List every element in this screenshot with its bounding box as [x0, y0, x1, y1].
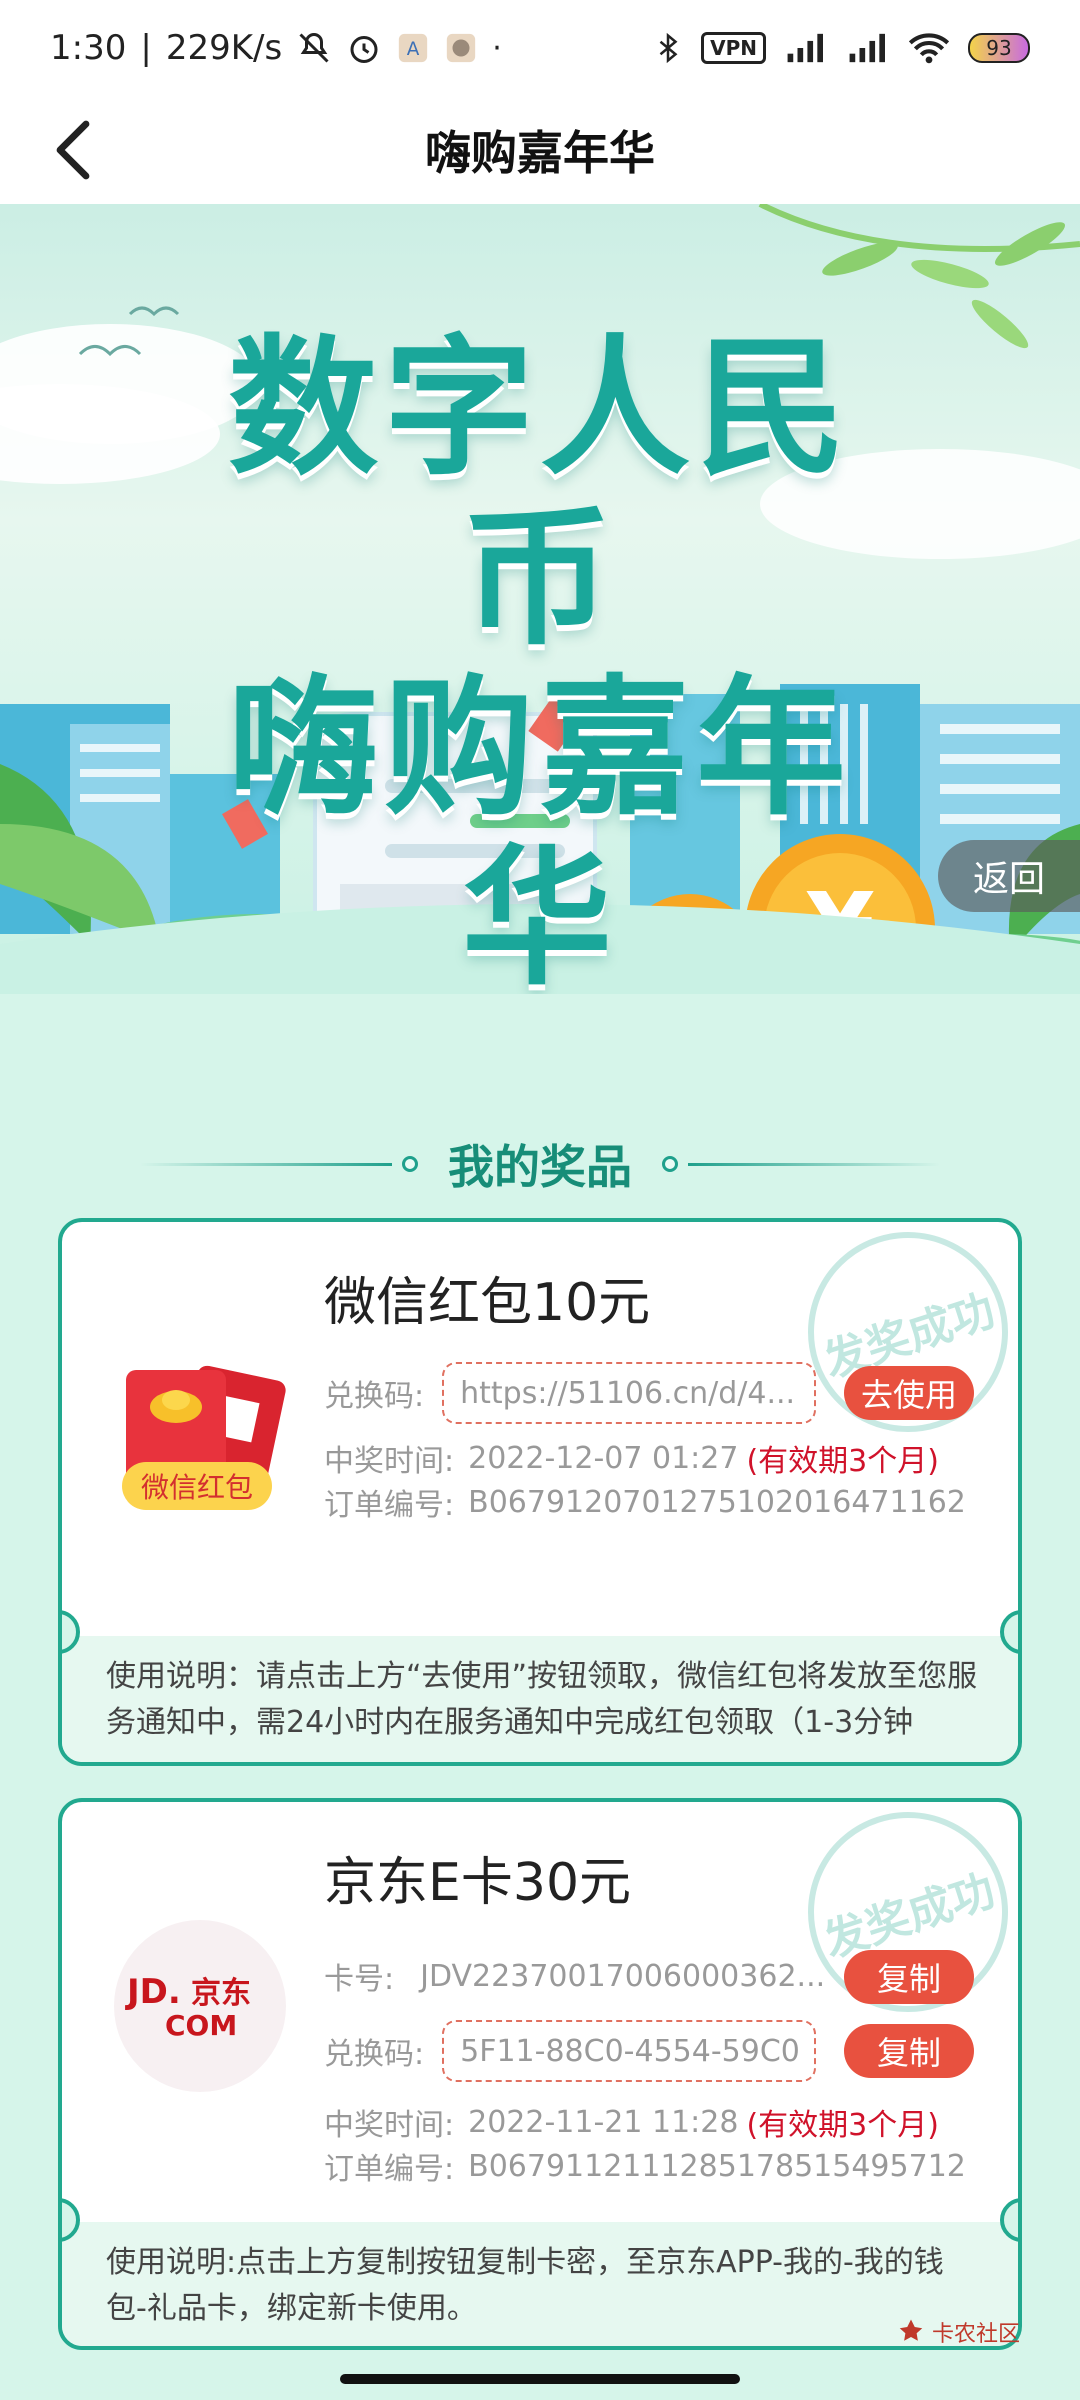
signal-icon-1 [784, 31, 828, 65]
heading-dot-left [402, 1156, 418, 1172]
prize-name: 京东E卡30元 [324, 1853, 632, 1913]
redeem-code-label: 兑换码: [324, 1379, 425, 1414]
watermark-text: 卡农社区 [931, 2322, 1020, 2347]
redeem-code-value: https://51106.cn/d/4... [460, 1375, 796, 1411]
copy-redeem-code-button[interactable]: 复制 [844, 2024, 974, 2078]
copy-card-number-button[interactable]: 复制 [844, 1950, 974, 2004]
prize-card-wechat: 发奖成功 微信红包 微信红包10元 兑换码: https://51106.cn/… [58, 1218, 1022, 1766]
award-time-value: 2022-12-07 01:27 [468, 1440, 739, 1476]
home-indicator[interactable] [340, 2374, 740, 2384]
card-number-value: JDV22370017006000362... [420, 1958, 826, 1994]
vpn-badge: VPN [701, 32, 766, 64]
app-a-icon: A [396, 31, 430, 65]
validity-text: (有效期3个月) [746, 1444, 939, 1479]
svg-text:A: A [407, 39, 420, 60]
heading-line-left [140, 1162, 392, 1166]
back-button[interactable] [40, 116, 108, 184]
order-number-label: 订单编号: [324, 1488, 455, 1523]
banner-title-line2: 嗨购嘉年华 [227, 662, 852, 994]
status-bar: 1:30 | 229K/s A · VPN 93 [0, 0, 1080, 96]
redeem-code-field[interactable]: https://51106.cn/d/4... [442, 1362, 817, 1424]
return-button[interactable]: 返回 [938, 840, 1080, 912]
signal-icon-2 [846, 31, 890, 65]
banner-title-line1: 数字人民币 [227, 322, 852, 666]
redeem-code-row: 兑换码: 5F11-88C0-4554-59C0 [324, 2020, 817, 2082]
redeem-code-field[interactable]: 5F11-88C0-4554-59C0 [442, 2020, 817, 2082]
jd-logo-icon: JD. 京东 COM [114, 1920, 286, 2092]
award-time-value: 2022-11-21 11:28 [468, 2104, 739, 2140]
prize-card-jd: 发奖成功 JD. 京东 COM 京东E卡30元 卡号: JDV223700170… [58, 1798, 1022, 2350]
watermark-logo-icon [899, 2319, 923, 2341]
award-time-label: 中奖时间: [324, 1444, 455, 1479]
order-number-label: 订单编号: [324, 2152, 455, 2187]
wechat-red-packet-icon: 微信红包 [116, 1362, 286, 1512]
svg-text:COM: COM [165, 2009, 237, 2041]
chevron-left-icon [56, 120, 90, 180]
promo-banner: ¥ ¥ 数字人民币 嗨购嘉年华 返回 [0, 204, 1080, 994]
redeem-code-row: 兑换码: https://51106.cn/d/4... [324, 1362, 817, 1424]
status-time: 1:30 [50, 28, 127, 68]
usage-note: 使用说明:点击上方复制按钮复制卡密，至京东APP-我的-我的钱包-礼品卡，绑定新… [62, 2222, 1018, 2346]
redeem-code-label: 兑换码: [324, 2037, 425, 2072]
status-separator: | [140, 28, 152, 68]
order-number-row: 订单编号: B067912070127510201647116​2 [324, 1480, 966, 1524]
battery-indicator: 93 [968, 33, 1030, 63]
app-ghost-icon [444, 31, 478, 65]
order-number-value: B067912070127510201647116​2 [468, 1484, 966, 1520]
banner-title: 数字人民币 嗨购嘉年华 [160, 324, 920, 994]
section-title: 我的奖品 [448, 1140, 632, 1194]
award-time-row: 中奖时间: 2022-12-07 01:27 (有效期3个月) [324, 1436, 939, 1480]
wechat-red-packet-label: 微信红包 [122, 1462, 272, 1510]
wifi-icon [908, 31, 950, 65]
order-number-row: 订单编号: B067911211128517851549571​2 [324, 2144, 966, 2188]
more-dot: · [492, 30, 502, 66]
card-number-row: 卡号: JDV22370017006000362... [324, 1954, 825, 1998]
validity-text: (有效期3个月) [746, 2108, 939, 2143]
svg-text:JD.: JD. [125, 1972, 181, 2012]
usage-note: 使用说明：请点击上方“去使用”按钮领取，微信红包将发放至您服务通知中，需24小时… [62, 1636, 1018, 1762]
redeem-code-value: 5F11-88C0-4554-59C0 [460, 2033, 800, 2069]
heading-line-right [688, 1162, 940, 1166]
alarm-icon [346, 30, 382, 66]
mute-icon [296, 30, 332, 66]
award-time-row: 中奖时间: 2022-11-21 11:28 (有效期3个月) [324, 2100, 939, 2144]
heading-dot-right [662, 1156, 678, 1172]
order-number-value: B067911211128517851549571​2 [468, 2148, 966, 2184]
award-time-label: 中奖时间: [324, 2108, 455, 2143]
watermark: 卡农社区 [896, 2316, 1020, 2348]
award-success-stamp: 发奖成功 [781, 1222, 1018, 1459]
card-number-label: 卡号: [324, 1962, 395, 1997]
svg-text:京东: 京东 [191, 1976, 251, 2011]
bluetooth-icon [653, 30, 683, 66]
page-title: 嗨购嘉年华 [425, 126, 655, 180]
use-button[interactable]: 去使用 [844, 1366, 974, 1420]
network-speed: 229K/s [165, 28, 283, 68]
section-heading: 我的奖品 [140, 1124, 940, 1204]
prize-name: 微信红包10元 [324, 1273, 651, 1333]
title-bar: 嗨购嘉年华 [0, 96, 1080, 204]
